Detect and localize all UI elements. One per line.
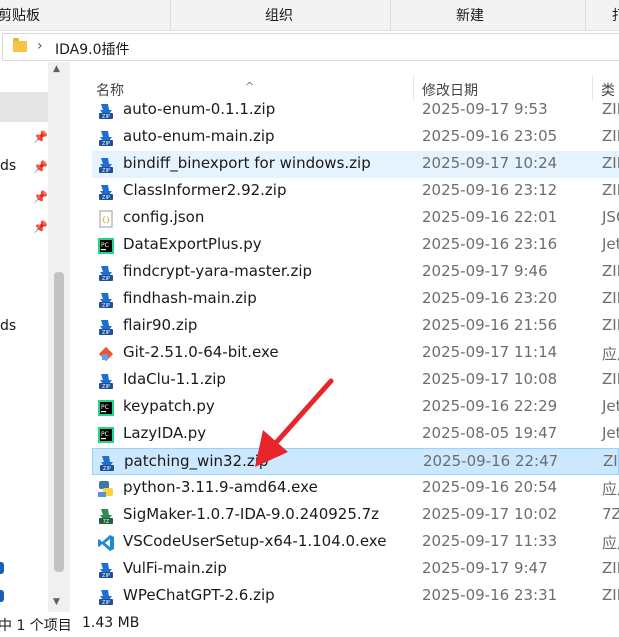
status-selection-size: 1.43 MB bbox=[82, 615, 140, 631]
status-selection-count: 中 1 个项目 bbox=[0, 618, 72, 634]
status-bar: 中 1 个项目 1.43 MB bbox=[0, 612, 619, 637]
annotation-arrow bbox=[255, 378, 334, 467]
arrow-shaft bbox=[271, 378, 334, 448]
